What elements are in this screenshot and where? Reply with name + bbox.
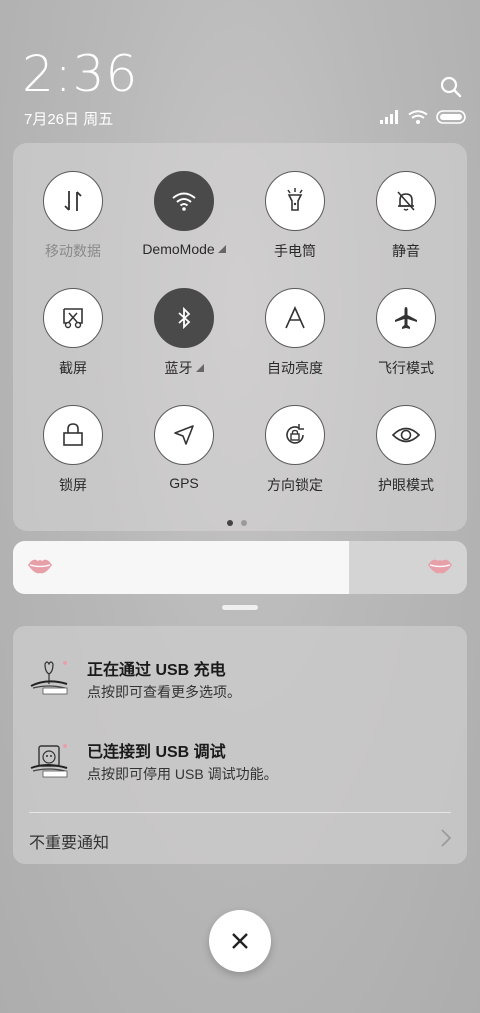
tile-wifi[interactable]: DemoMode [129, 171, 239, 257]
signal-icon [380, 110, 398, 124]
auto-brightness-icon [265, 288, 325, 348]
notification-usb-charging[interactable]: 正在通过 USB 充电 点按即可查看更多选项。 [13, 654, 467, 720]
wifi-icon [154, 171, 214, 231]
tile-auto-brightness[interactable]: 自动亮度 [240, 288, 350, 378]
chevron-right-icon[interactable] [441, 829, 451, 847]
tile-screenshot[interactable]: 截屏 [18, 288, 128, 378]
close-icon [232, 933, 248, 949]
tile-label: 锁屏 [59, 477, 87, 493]
tile-mute[interactable]: 静音 [351, 171, 461, 261]
unimportant-notifications-link[interactable]: 不重要通知 [29, 829, 109, 853]
tile-mobile-data[interactable]: 移动数据 [18, 171, 128, 261]
bluetooth-icon [154, 288, 214, 348]
airplane-icon [376, 288, 436, 348]
search-icon[interactable] [440, 76, 462, 98]
status-header: 2:36 7月26日 周五 [22, 48, 466, 128]
expand-triangle-icon[interactable] [195, 364, 204, 372]
tile-label: 方向锁定 [267, 477, 323, 493]
tile-label: 手电筒 [274, 243, 316, 259]
tile-label: 截屏 [59, 360, 87, 376]
tile-label: DemoMode [142, 241, 215, 257]
tile-bluetooth[interactable]: 蓝牙 [129, 288, 239, 378]
gps-icon [154, 405, 214, 465]
brightness-slider[interactable] [13, 541, 467, 594]
tile-label: GPS [169, 475, 199, 491]
wifi-status-icon [408, 110, 428, 124]
notification-title: 已连接到 USB 调试 [87, 744, 226, 761]
drag-handle[interactable] [222, 605, 258, 610]
tile-lock-screen[interactable]: 锁屏 [18, 405, 128, 495]
eye-icon [376, 405, 436, 465]
screenshot-icon [43, 288, 103, 348]
divider [29, 812, 451, 813]
battery-icon [436, 110, 466, 124]
tile-eye-care[interactable]: 护眼模式 [351, 405, 461, 495]
lock-icon [43, 405, 103, 465]
system-icons [380, 110, 466, 124]
expand-triangle-icon[interactable] [217, 245, 226, 253]
tile-label: 飞行模式 [378, 360, 434, 376]
app-icon [30, 744, 68, 778]
flashlight-icon [265, 171, 325, 231]
app-icon [30, 661, 68, 695]
notification-card: 正在通过 USB 充电 点按即可查看更多选项。 已连接到 USB 调试 点按即可… [13, 626, 467, 864]
tile-airplane[interactable]: 飞行模式 [351, 288, 461, 378]
bell-mute-icon [376, 171, 436, 231]
clock[interactable]: 2:36 [22, 48, 138, 100]
rotation-lock-icon [265, 405, 325, 465]
notification-title: 正在通过 USB 充电 [87, 662, 226, 679]
notification-description: 点按即可查看更多选项。 [87, 684, 241, 700]
notification-description: 点按即可停用 USB 调试功能。 [87, 766, 278, 782]
tile-label: 移动数据 [45, 243, 101, 259]
page-dot[interactable] [241, 520, 247, 526]
mobile-data-icon [43, 171, 103, 231]
tile-rotation-lock[interactable]: 方向锁定 [240, 405, 350, 495]
tile-label: 自动亮度 [267, 360, 323, 376]
clear-notifications-button[interactable] [209, 910, 271, 972]
tile-label: 蓝牙 [164, 360, 193, 376]
tile-gps[interactable]: GPS [129, 405, 239, 491]
date[interactable]: 7月26日 周五 [24, 108, 113, 129]
page-indicator [227, 520, 247, 526]
lips-high-icon [428, 559, 452, 574]
brightness-fill [13, 541, 349, 594]
page-dot-active[interactable] [227, 520, 233, 526]
lips-low-icon [28, 559, 52, 574]
notification-usb-debugging[interactable]: 已连接到 USB 调试 点按即可停用 USB 调试功能。 [13, 736, 467, 802]
tile-flashlight[interactable]: 手电筒 [240, 171, 350, 261]
tile-label: 静音 [392, 243, 420, 259]
tile-label: 护眼模式 [378, 477, 434, 493]
